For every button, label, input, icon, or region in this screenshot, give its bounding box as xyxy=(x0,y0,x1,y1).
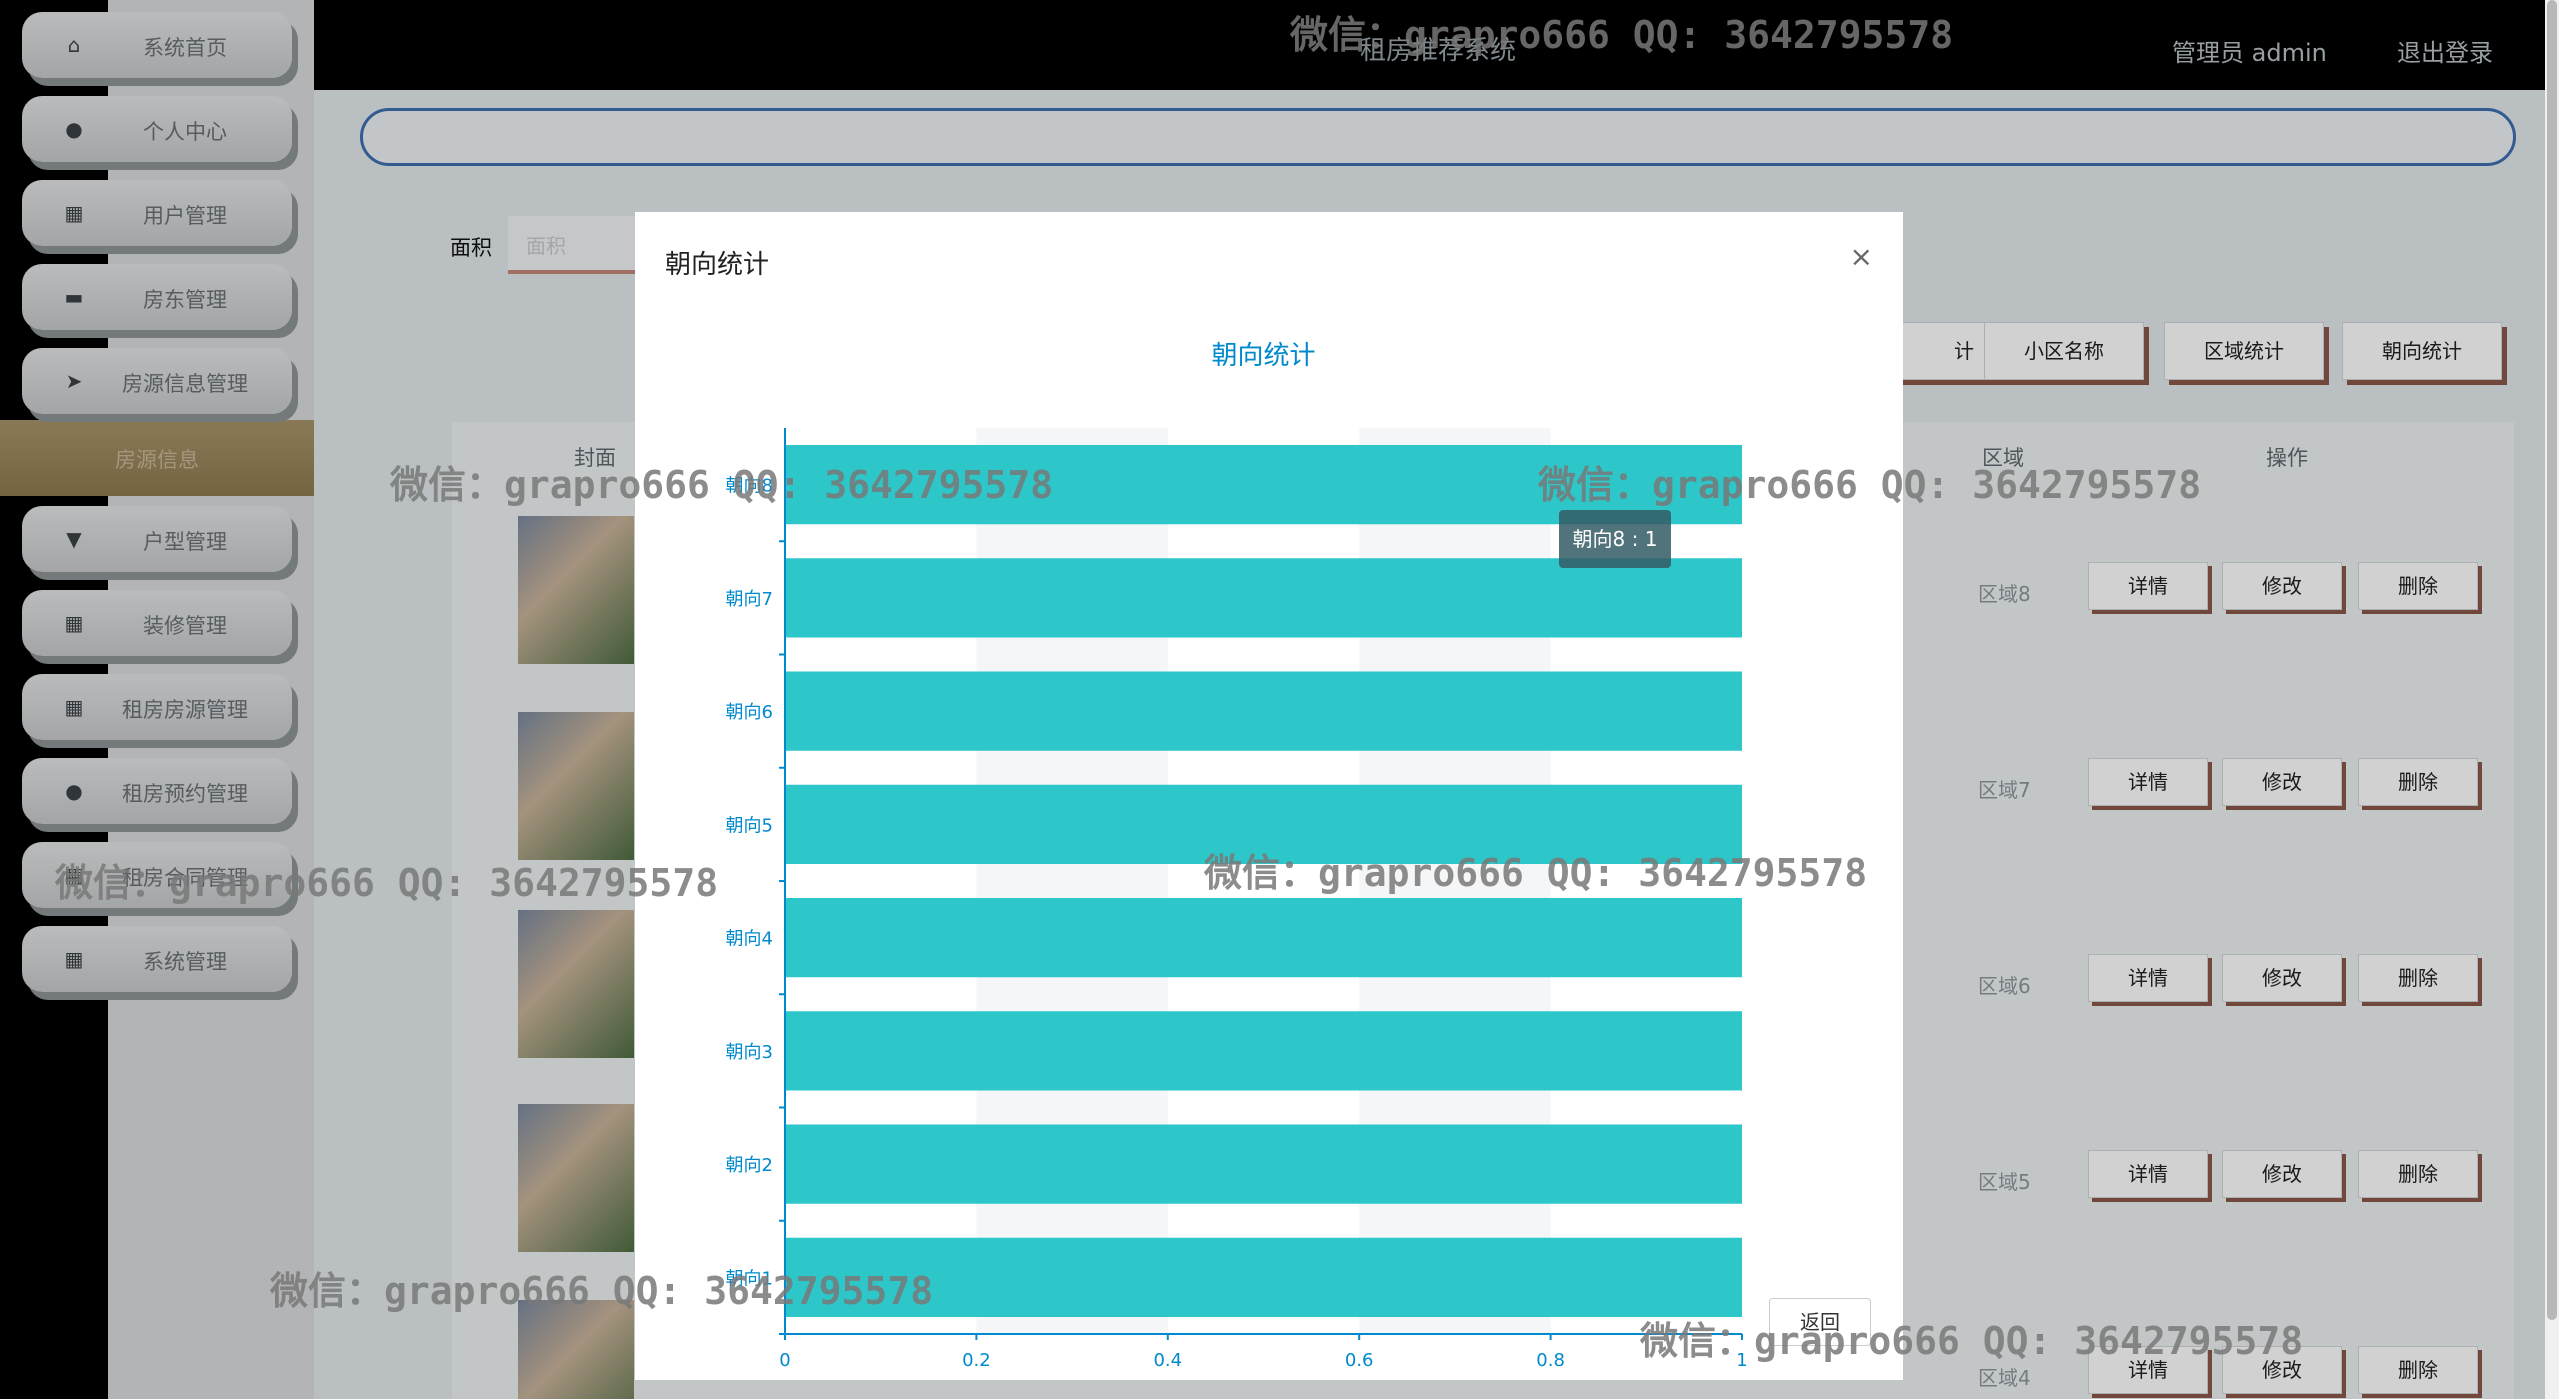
bar-朝向3 xyxy=(785,1011,1742,1091)
x-tick-label: 0.6 xyxy=(1345,1350,1374,1371)
chart-tooltip: 朝向8 : 1 xyxy=(1559,510,1671,568)
x-tick-label: 0.8 xyxy=(1536,1350,1565,1371)
y-tick-label: 朝向1 xyxy=(726,1268,773,1289)
back-button[interactable]: 返回 xyxy=(1769,1298,1871,1346)
bar-朝向4 xyxy=(785,897,1742,978)
x-tick-label: 1 xyxy=(1736,1350,1747,1371)
x-tick-label: 0.4 xyxy=(1153,1350,1182,1371)
bar-朝向5 xyxy=(785,784,1742,865)
bar-朝向7 xyxy=(785,558,1742,638)
y-tick-label: 朝向3 xyxy=(726,1042,773,1063)
y-tick-label: 朝向8 xyxy=(726,476,773,497)
scrollbar-thumb[interactable] xyxy=(2547,0,2557,1320)
chart-title: 朝向统计 xyxy=(1211,341,1315,371)
y-tick-label: 朝向5 xyxy=(726,815,773,836)
x-tick-label: 0 xyxy=(779,1350,790,1371)
bar-朝向6 xyxy=(785,671,1742,751)
y-tick-label: 朝向4 xyxy=(726,929,773,950)
x-tick-label: 0.2 xyxy=(962,1350,991,1371)
y-tick-label: 朝向7 xyxy=(726,589,773,610)
orientation-stats-modal: 朝向统计 × 朝向统计 朝向1 朝向2 朝向3 朝向4 朝向5 朝向6 朝向7 朝向8 0 0.2 0… xyxy=(635,212,1903,1380)
bar-朝向1 xyxy=(785,1237,1742,1318)
y-tick-label: 朝向6 xyxy=(726,702,773,723)
orientation-bar-chart: 朝向统计朝向1 朝向2 朝向3 朝向4 朝向5 朝向6 朝向7 朝向8 0 0.2 0.4 0.6 0.… xyxy=(726,341,1748,1371)
y-tick-label: 朝向2 xyxy=(726,1155,773,1176)
bar-朝向2 xyxy=(785,1124,1742,1204)
scrollbar[interactable] xyxy=(2545,0,2559,1399)
